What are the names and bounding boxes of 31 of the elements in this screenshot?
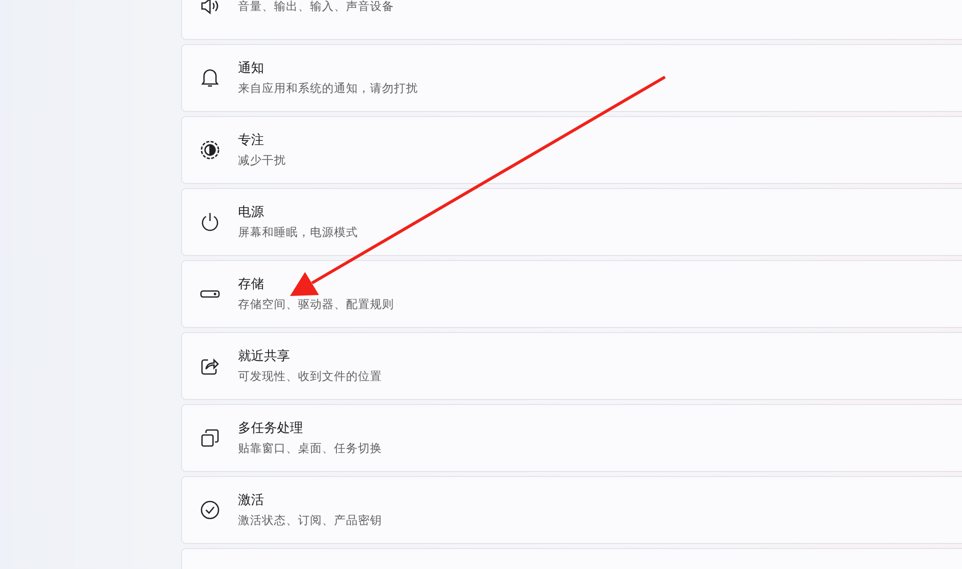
- speaker-icon: [200, 0, 220, 15]
- settings-card[interactable]: 专注 减少干扰: [181, 116, 962, 184]
- drive-icon: [200, 290, 220, 298]
- setting-title: 激活: [238, 492, 265, 510]
- setting-title: 专注: [238, 132, 265, 150]
- settings-card[interactable]: 存储 存储空间、驱动器、配置规则: [181, 260, 962, 328]
- settings-card[interactable]: 音量、输出、输入、声音设备: [181, 0, 962, 40]
- setting-description: 激活状态、订阅、产品密钥: [238, 512, 382, 528]
- setting-title: 多任务处理: [238, 420, 304, 438]
- setting-description: 存储空间、驱动器、配置规则: [238, 296, 394, 312]
- setting-title: 电源: [238, 204, 265, 222]
- check-circle-icon: [200, 500, 220, 520]
- setting-description: 贴靠窗口、桌面、任务切换: [238, 440, 382, 456]
- power-icon: [200, 212, 220, 232]
- setting-description: 减少干扰: [238, 152, 286, 168]
- setting-title: 存储: [238, 276, 265, 294]
- settings-card[interactable]: 就近共享 可发现性、收到文件的位置: [181, 332, 962, 400]
- settings-card[interactable]: 激活 激活状态、订阅、产品密钥: [181, 476, 962, 544]
- setting-description: 可发现性、收到文件的位置: [238, 368, 382, 384]
- settings-card[interactable]: 多任务处理 贴靠窗口、桌面、任务切换: [181, 404, 962, 472]
- focus-icon: [200, 140, 220, 160]
- setting-title: 就近共享: [238, 348, 291, 366]
- setting-title: 通知: [238, 60, 265, 78]
- bell-icon: [201, 68, 219, 88]
- setting-description: 音量、输出、输入、声音设备: [238, 0, 394, 14]
- setting-description: 来自应用和系统的通知，请勿打扰: [238, 80, 418, 96]
- setting-description: 屏幕和睡眠，电源模式: [238, 224, 358, 240]
- settings-card[interactable]: 通知 来自应用和系统的通知，请勿打扰: [181, 44, 962, 112]
- share-icon: [201, 357, 219, 375]
- windows-icon: [201, 429, 219, 447]
- settings-card[interactable]: 电源 屏幕和睡眠，电源模式: [181, 188, 962, 256]
